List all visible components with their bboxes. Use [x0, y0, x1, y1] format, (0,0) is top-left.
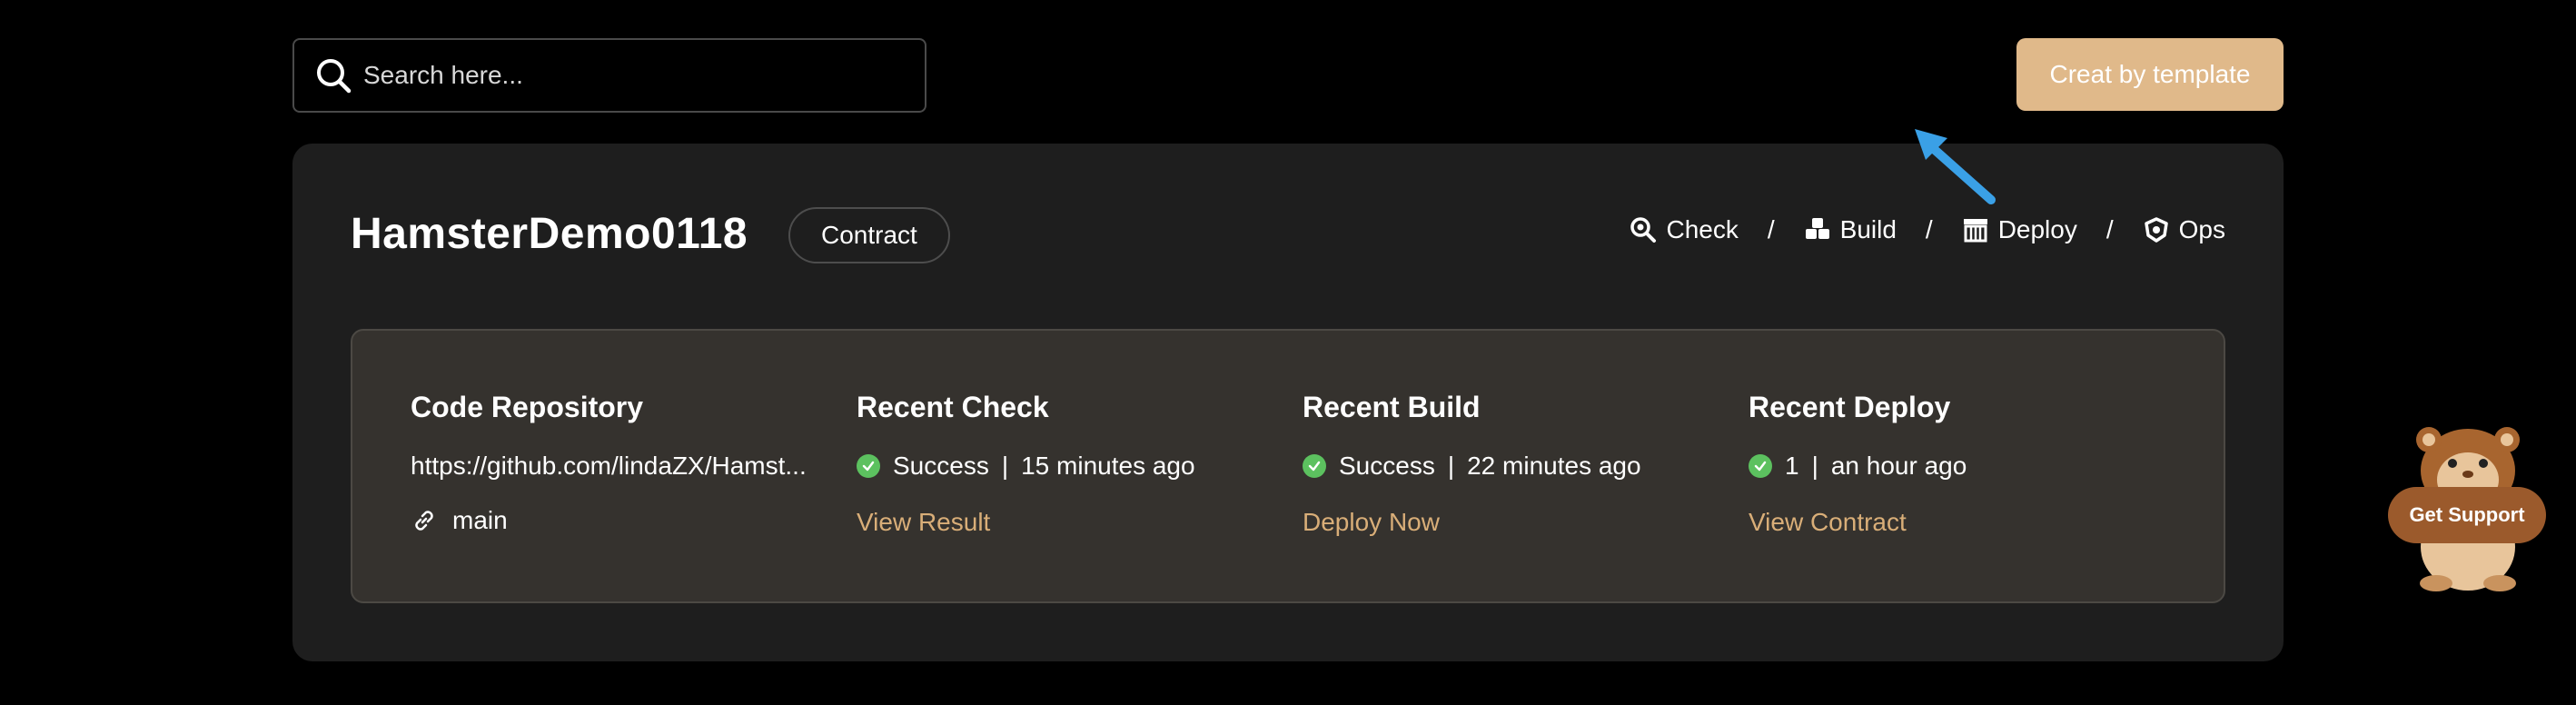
stage-deploy-label: Deploy — [1997, 215, 2077, 243]
summary-panel: Code Repository https://github.com/linda… — [351, 329, 2225, 603]
project-type-tag: Contract — [788, 207, 950, 263]
search-icon — [1630, 217, 1657, 243]
stage-separator: / — [1767, 215, 1775, 243]
stage-build[interactable]: Build — [1804, 215, 1897, 244]
recent-build-status-line: Success | 22 minutes ago — [1303, 452, 1729, 481]
stage-check[interactable]: Check — [1630, 215, 1739, 244]
stage-build-label: Build — [1839, 215, 1897, 243]
stage-nav: Check / Build / Deploy / Ops — [1630, 207, 2225, 253]
recent-check-status: Success — [893, 452, 989, 480]
success-check-icon — [1749, 454, 1772, 478]
recent-build-section: Recent Build Success | 22 minutes ago De… — [1303, 391, 1729, 537]
project-card: HamsterDemo0118 Contract Check / Build /… — [292, 144, 2284, 661]
success-check-icon — [857, 454, 880, 478]
code-repository-section: Code Repository https://github.com/linda… — [411, 391, 837, 535]
search-box[interactable] — [292, 38, 926, 113]
deploy-now-link[interactable]: Deploy Now — [1303, 508, 1440, 537]
search-icon — [317, 59, 352, 94]
create-by-template-button[interactable]: Creat by template — [2016, 38, 2284, 111]
recent-deploy-count: 1 — [1785, 452, 1799, 480]
repo-url-line: https://github.com/lindaZX/Hamst... — [411, 452, 837, 481]
get-support-button[interactable]: Get Support — [2388, 487, 2546, 543]
search-input[interactable] — [362, 60, 874, 91]
view-result-link[interactable]: View Result — [857, 508, 990, 537]
recent-check-title: Recent Check — [857, 391, 1049, 423]
success-check-icon — [1303, 454, 1326, 478]
archive-icon — [1963, 219, 1987, 243]
recent-deploy-title: Recent Deploy — [1749, 391, 1951, 423]
status-divider: | — [1447, 452, 1455, 480]
code-repository-title: Code Repository — [411, 391, 644, 423]
stage-ops-label: Ops — [2178, 215, 2225, 243]
annotation-arrow-icon — [1915, 129, 1996, 204]
project-title[interactable]: HamsterDemo0118 — [351, 209, 748, 259]
recent-check-section: Recent Check Success | 15 minutes ago Vi… — [857, 391, 1283, 537]
status-divider: | — [1001, 452, 1009, 480]
stage-ops[interactable]: Ops — [2143, 215, 2225, 244]
stage-separator: / — [1925, 215, 1933, 243]
stage-deploy[interactable]: Deploy — [1962, 215, 2077, 244]
recent-deploy-time: an hour ago — [1830, 452, 1967, 480]
recent-deploy-section: Recent Deploy 1 | an hour ago View Contr… — [1749, 391, 2175, 537]
stage-check-label: Check — [1666, 215, 1739, 243]
branch-name: main — [452, 506, 508, 534]
link-icon — [415, 511, 433, 531]
recent-check-status-line: Success | 15 minutes ago — [857, 452, 1283, 481]
recent-build-time: 22 minutes ago — [1467, 452, 1641, 480]
recent-build-status: Success — [1339, 452, 1435, 480]
cubes-icon — [1805, 218, 1829, 239]
recent-build-title: Recent Build — [1303, 391, 1481, 423]
stage-separator: / — [2105, 215, 2114, 243]
recent-check-time: 15 minutes ago — [1021, 452, 1195, 480]
status-divider: | — [1811, 452, 1818, 480]
repo-url[interactable]: https://github.com/lindaZX/Hamst... — [411, 452, 828, 481]
page: Creat by template HamsterDemo0118 Contra… — [0, 0, 2576, 705]
branch-line: main — [411, 506, 837, 535]
shield-icon — [2144, 217, 2168, 243]
view-contract-link[interactable]: View Contract — [1749, 508, 1907, 537]
recent-deploy-status-line: 1 | an hour ago — [1749, 452, 2175, 481]
